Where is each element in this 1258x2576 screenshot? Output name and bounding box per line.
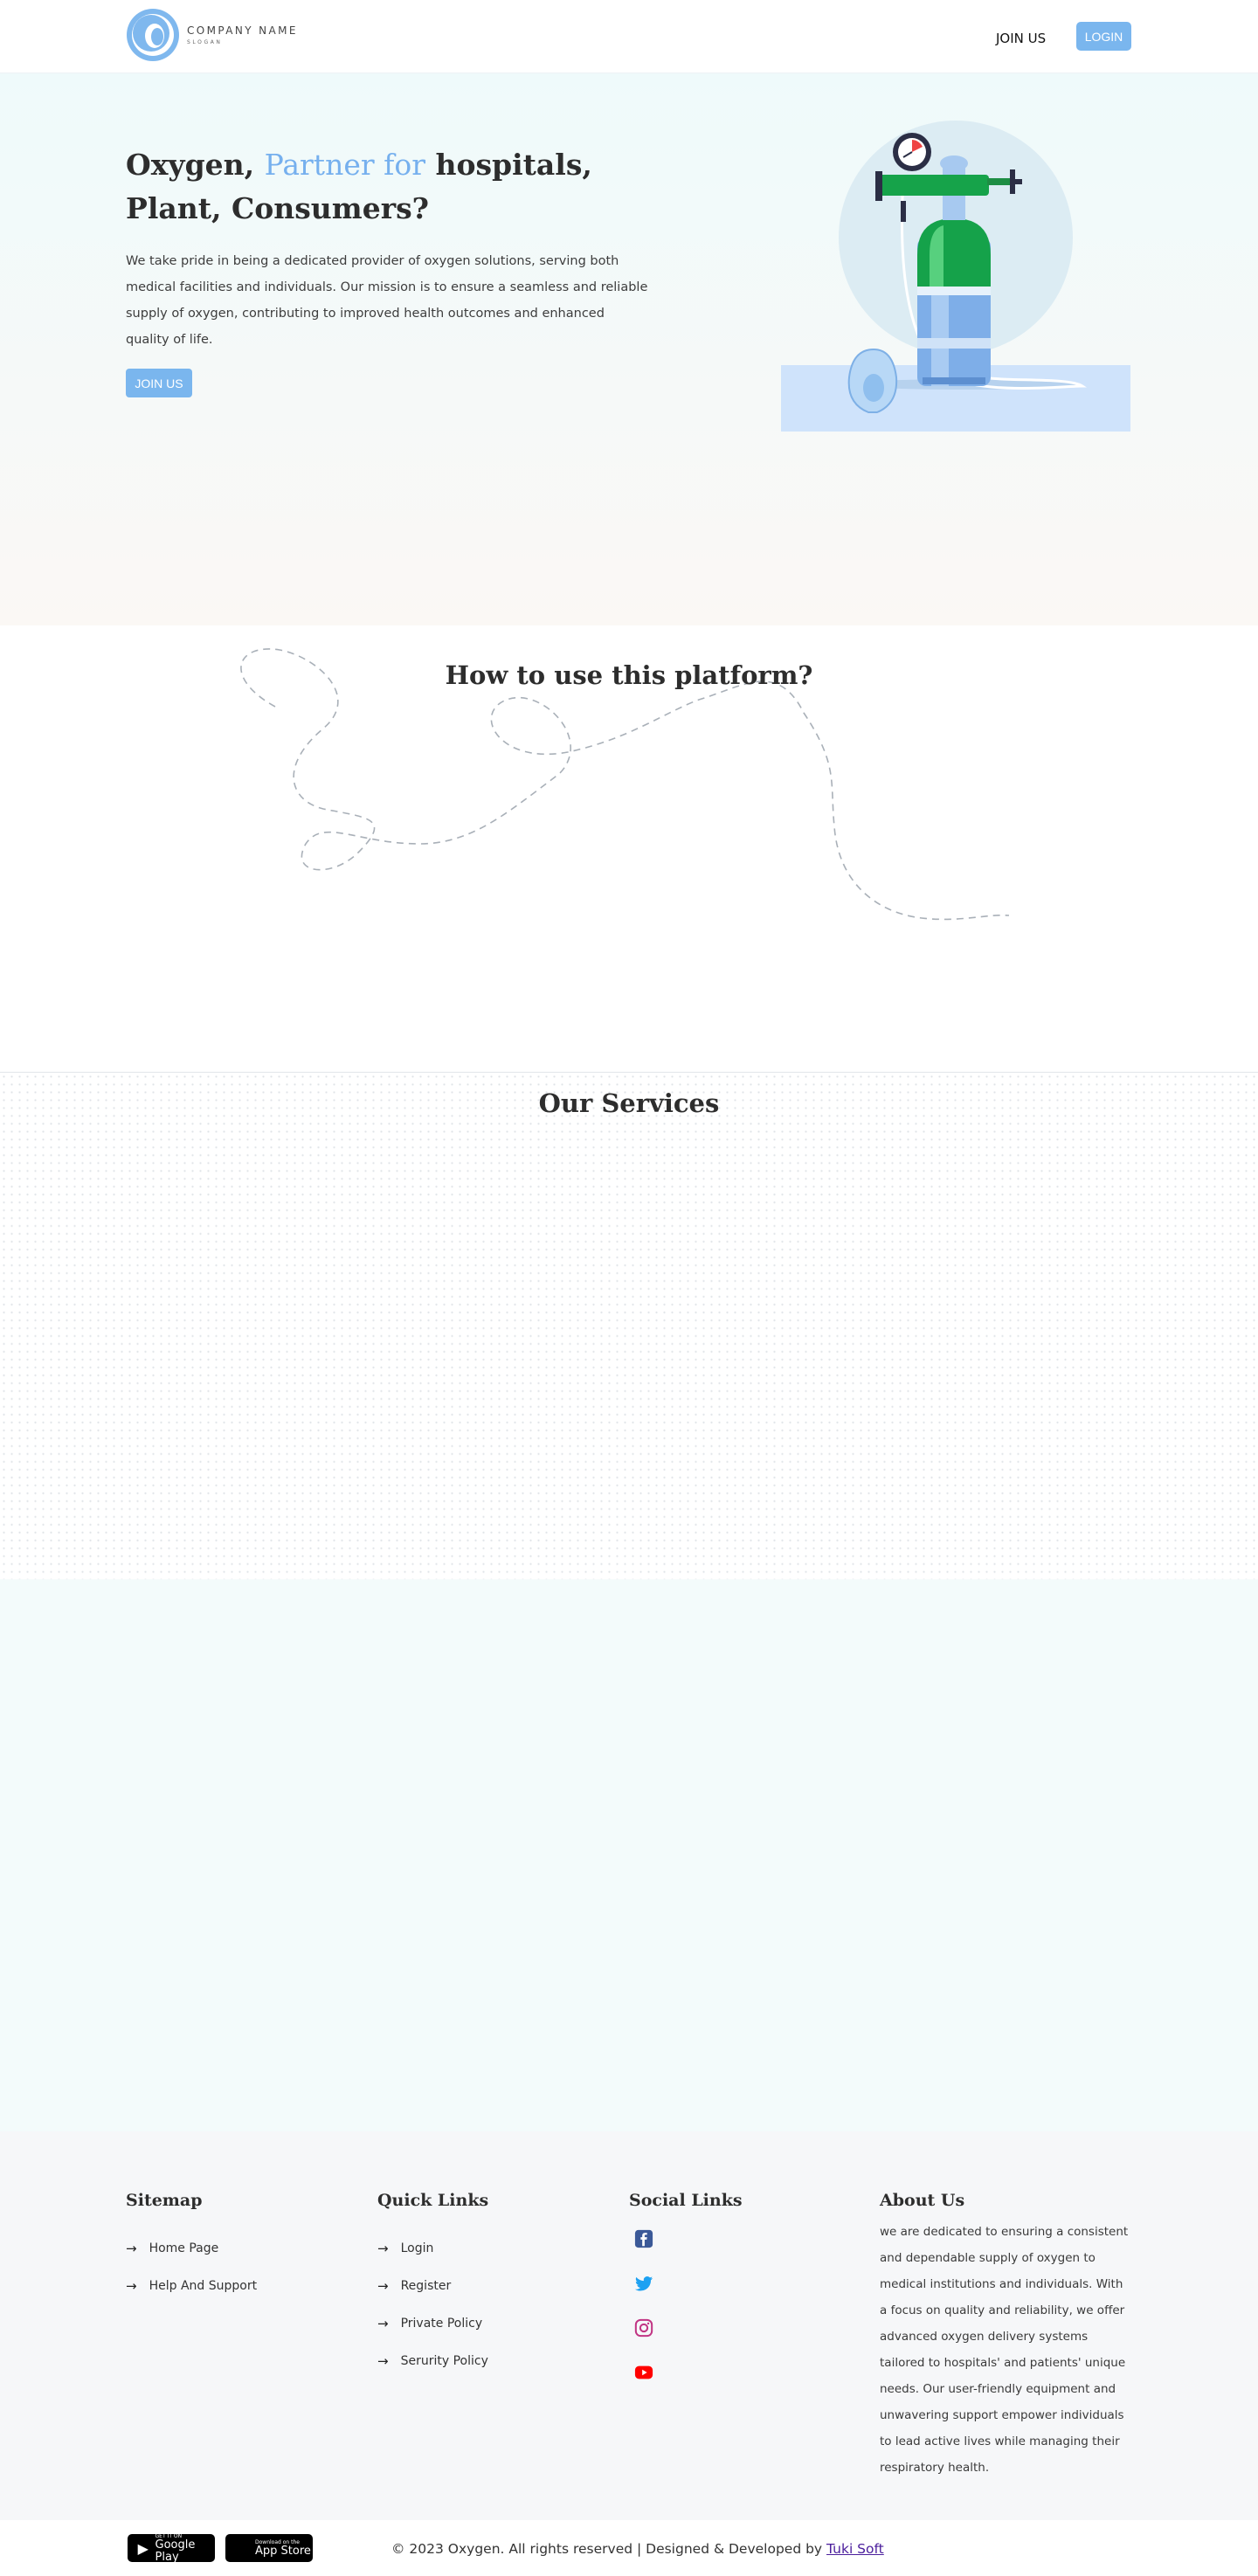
sitemap-column: Sitemap → Home Page → Help And Support: [126, 2191, 257, 2304]
services-title: Our Services: [538, 1088, 720, 1118]
google-play-icon: ▶: [137, 2539, 149, 2557]
arrow-right-icon: →: [377, 2352, 389, 2369]
hero-section: Oxygen, Partner for hospitals, Plant, Co…: [0, 73, 1258, 625]
quick-link-label: Register: [400, 2278, 452, 2293]
hero-description: We take pride in being a dedicated provi…: [126, 254, 648, 347]
google-play-big-text: Google Play: [155, 2538, 196, 2564]
sitemap-link-home[interactable]: → Home Page: [126, 2229, 257, 2267]
sitemap-link-label: Home Page: [149, 2241, 219, 2255]
quick-link-private-policy[interactable]: → Private Policy: [377, 2304, 488, 2342]
quick-links-column: Quick Links → Login → Register → Private Po…: [377, 2191, 488, 2379]
arrow-right-icon: →: [126, 2277, 137, 2294]
app-store-big-text: App Store: [255, 2544, 311, 2558]
social-links-title: Social Links: [629, 2191, 743, 2210]
dashed-path-decoration: [240, 648, 1010, 921]
copyright-label: © 2023 Oxygen. All rights reserved | Des…: [391, 2541, 827, 2557]
about-column: About Us we are dedicated to ensuring a …: [880, 2191, 1133, 2481]
nav-join-link[interactable]: JOIN US: [996, 31, 1046, 46]
instagram-icon[interactable]: [634, 2318, 653, 2338]
google-play-badge[interactable]: ▶ GET IT ON Google Play: [128, 2533, 215, 2564]
quick-link-label: Serurity Policy: [400, 2353, 488, 2368]
content-section: [0, 1579, 1258, 2131]
site-footer: Sitemap → Home Page → Help And Support Qui…: [0, 2131, 1258, 2520]
quick-link-label: Private Policy: [400, 2316, 483, 2331]
logo-icon: [127, 9, 179, 61]
company-slogan: SLOGAN: [187, 39, 223, 45]
quick-link-login[interactable]: → Login: [377, 2229, 488, 2267]
login-button[interactable]: LOGIN: [1076, 22, 1131, 51]
arrow-right-icon: →: [126, 2240, 137, 2256]
arrow-right-icon: →: [377, 2240, 389, 2256]
company-name: COMPANY NAME: [187, 24, 298, 37]
developer-link[interactable]: Tuki Soft: [826, 2541, 884, 2557]
quick-link-label: Login: [400, 2241, 434, 2255]
youtube-icon[interactable]: [634, 2363, 653, 2382]
quick-links-title: Quick Links: [377, 2191, 489, 2210]
about-title: About Us: [880, 2191, 965, 2210]
hero-title-accent: Partner for: [264, 148, 425, 182]
hero-title-part1: Oxygen,: [126, 148, 265, 182]
hero-join-button[interactable]: JOIN US: [126, 369, 192, 397]
site-header: COMPANY NAME SLOGAN JOIN US LOGIN: [0, 0, 1258, 73]
how-to-title: How to use this platform?: [445, 660, 813, 690]
quick-link-register[interactable]: → Register: [377, 2267, 488, 2304]
copyright-text: © 2023 Oxygen. All rights reserved | Des…: [391, 2541, 884, 2557]
arrow-right-icon: →: [377, 2315, 389, 2331]
app-store-badge[interactable]: Download on the App Store: [225, 2534, 313, 2562]
twitter-icon[interactable]: [634, 2274, 653, 2293]
hero-title: Oxygen, Partner for hospitals, Plant, Co…: [126, 143, 685, 231]
facebook-icon[interactable]: [634, 2229, 653, 2248]
oxygen-cylinder-illustration: [781, 121, 1130, 432]
sitemap-title: Sitemap: [126, 2191, 203, 2210]
about-text: we are dedicated to ensuring a consisten…: [880, 2225, 1129, 2475]
services-section: Our Services: [0, 1073, 1258, 1579]
social-links-column: Social Links: [629, 2191, 743, 2407]
how-to-section: How to use this platform?: [0, 625, 1258, 1073]
bottom-bar: ▶ GET IT ON Google Play Download on the …: [0, 2520, 1258, 2575]
quick-link-security-policy[interactable]: → Serurity Policy: [377, 2342, 488, 2379]
sitemap-link-label: Help And Support: [149, 2278, 258, 2293]
sitemap-link-help[interactable]: → Help And Support: [126, 2267, 257, 2304]
company-logo[interactable]: COMPANY NAME SLOGAN: [126, 8, 298, 62]
arrow-right-icon: →: [377, 2277, 389, 2294]
